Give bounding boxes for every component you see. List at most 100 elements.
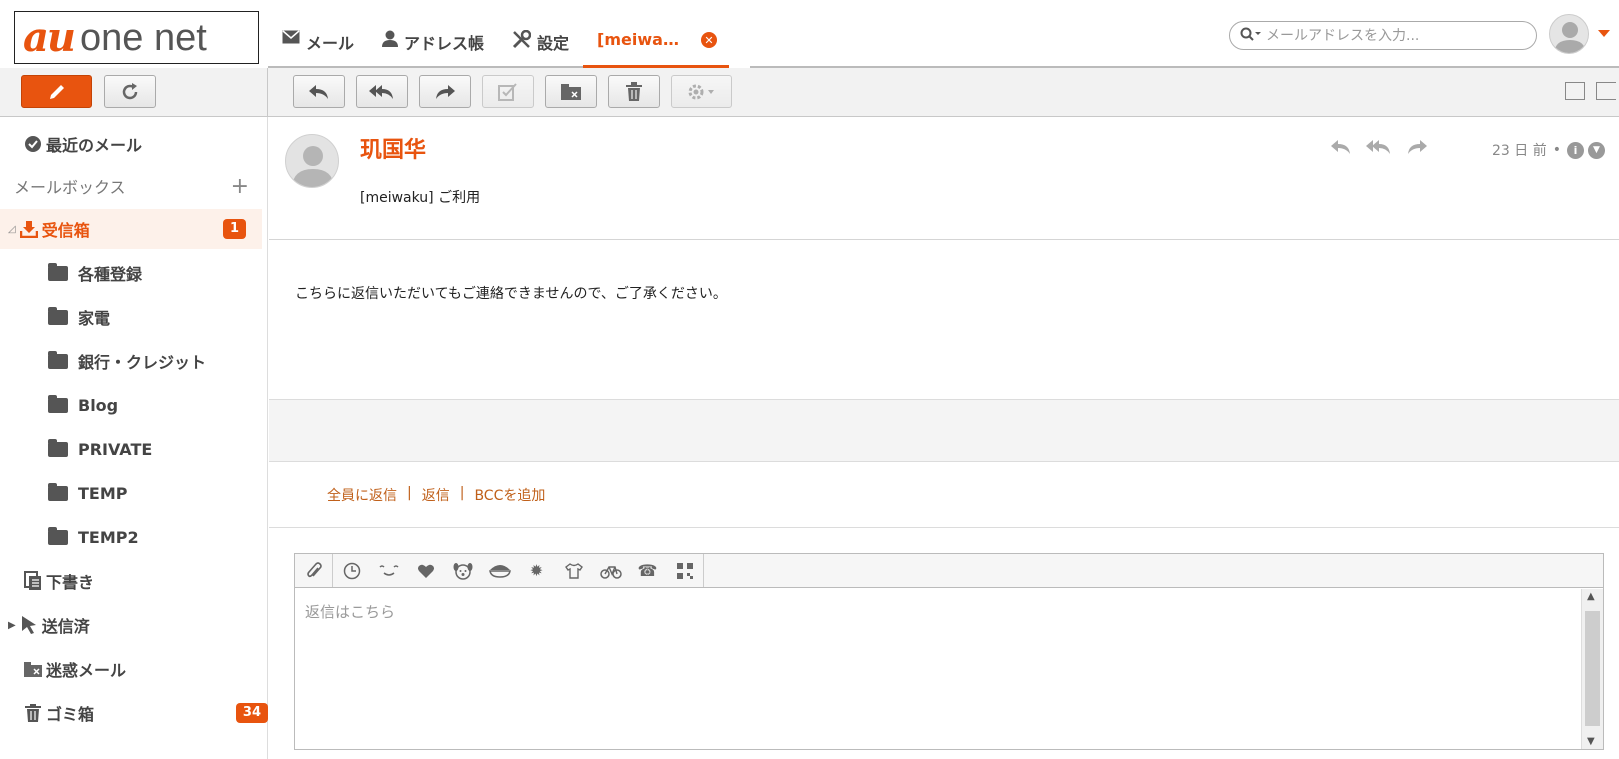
tab-address-book-label: アドレス帳 <box>404 34 485 53</box>
expand-triangle-icon[interactable]: ▶ <box>8 620 16 631</box>
delete-button[interactable] <box>608 75 660 108</box>
sidebar-item-sent[interactable]: ▶ 送信済 <box>8 605 270 645</box>
sidebar-item-spam-label: 迷惑メール <box>46 661 127 680</box>
tab-address-book[interactable]: アドレス帳 <box>368 18 499 68</box>
reply-icon[interactable] <box>1329 138 1353 156</box>
sidebar-item-recent[interactable]: 最近のメール <box>22 124 284 164</box>
smile-emoji-icon[interactable] <box>370 554 407 587</box>
message-time: 23 日 前 • i ▼ <box>1492 140 1605 160</box>
folder-icon <box>48 438 68 457</box>
reply-scrollbar[interactable]: ▲ ▼ <box>1581 589 1603 749</box>
forward-button[interactable] <box>419 75 471 108</box>
sidebar-item-inbox[interactable]: ◿ 受信箱 1 <box>0 209 262 249</box>
mailbox-header-label: メールボックス <box>14 178 126 197</box>
message-footer-band <box>269 399 1619 462</box>
reply-button[interactable] <box>293 75 345 108</box>
food-bowl-emoji-icon[interactable] <box>481 554 518 587</box>
pencil-icon <box>49 84 64 99</box>
tab-mail[interactable]: メール <box>268 18 369 68</box>
qr-code-icon[interactable] <box>666 554 703 587</box>
info-icon[interactable]: i <box>1566 141 1584 159</box>
sidebar-item-sent-label: 送信済 <box>41 617 90 636</box>
scrollbar-thumb[interactable] <box>1585 611 1600 726</box>
toolbar-left <box>0 68 268 116</box>
reply-all-icon <box>369 84 393 99</box>
user-menu-caret-icon[interactable] <box>1598 30 1610 37</box>
mark-button[interactable] <box>482 75 534 108</box>
single-pane-view-icon[interactable] <box>1565 82 1585 100</box>
folder-label: 家電 <box>78 309 111 328</box>
close-icon[interactable]: ✕ <box>700 32 717 48</box>
sidebar-item-inbox-label: 受信箱 <box>41 221 90 240</box>
clock-icon[interactable] <box>333 554 370 587</box>
folder-icon <box>48 306 68 325</box>
drafts-icon <box>22 571 44 591</box>
sidebar-item-spam[interactable]: 迷惑メール <box>22 649 284 689</box>
link-separator: | <box>407 485 412 501</box>
tab-settings[interactable]: 設定 <box>498 18 584 68</box>
sidebar-item-drafts-label: 下書き <box>46 573 95 592</box>
user-avatar[interactable] <box>1549 14 1589 54</box>
paperclip-icon[interactable] <box>295 554 333 587</box>
logo-au: au <box>23 13 76 61</box>
telephone-emoji-icon[interactable]: ☎ <box>629 554 666 587</box>
folder-label: PRIVATE <box>78 439 153 459</box>
bicycle-emoji-icon[interactable] <box>592 554 629 587</box>
sender-avatar <box>285 134 339 188</box>
reply-link[interactable]: 返信 <box>422 485 450 505</box>
trash-icon <box>22 704 44 722</box>
tab-open-message[interactable]: [meiwa… ✕ <box>583 18 729 68</box>
reply-all-button[interactable] <box>356 75 408 108</box>
sidebar-item-trash[interactable]: ゴミ箱 34 <box>22 693 268 733</box>
folder-icon <box>48 350 68 369</box>
sidebar-item-drafts[interactable]: 下書き <box>22 561 284 601</box>
refresh-button[interactable] <box>104 75 156 108</box>
message-time-label: 23 日 前 <box>1492 143 1547 159</box>
reply-textarea[interactable] <box>295 589 1579 749</box>
folder-label: 銀行・クレジット <box>78 353 207 372</box>
quick-reply-composer: ✹ ☎ ▲ ▼ <box>294 553 1604 750</box>
sidebar-item-recent-label: 最近のメール <box>46 136 143 155</box>
spam-folder-icon <box>22 661 44 678</box>
header-divider <box>269 239 1619 240</box>
search-icon[interactable] <box>1240 26 1262 45</box>
message-subject: [meiwaku] ご利用 <box>360 190 481 206</box>
three-pane-view-icon[interactable] <box>1596 82 1616 100</box>
folder-label: TEMP2 <box>78 527 139 547</box>
inbox-unread-badge: 1 <box>222 219 246 239</box>
au-one-net-logo[interactable]: au one net <box>14 11 259 64</box>
add-mailbox-button[interactable]: + <box>231 174 249 199</box>
check-circle-icon <box>22 135 44 153</box>
sun-emoji-icon[interactable]: ✹ <box>518 554 555 587</box>
scroll-up-icon[interactable]: ▲ <box>1587 591 1595 602</box>
more-actions-button[interactable] <box>671 75 732 108</box>
main-nav: メール アドレス帳 設定 [meiwa… ✕ <box>268 18 729 68</box>
toolbar <box>0 68 1619 117</box>
reply-divider <box>269 527 1619 528</box>
sidebar-item-trash-label: ゴミ箱 <box>46 705 95 724</box>
compose-button[interactable] <box>21 75 92 108</box>
shirt-emoji-icon[interactable] <box>555 554 592 587</box>
move-to-spam-button[interactable] <box>545 75 597 108</box>
spam-folder-icon <box>561 83 581 100</box>
forward-icon[interactable] <box>1405 138 1429 156</box>
dog-emoji-icon[interactable] <box>444 554 481 587</box>
collapse-triangle-icon[interactable]: ◿ <box>8 224 16 235</box>
add-bcc-link[interactable]: BCCを追加 <box>474 485 545 505</box>
checkbox-icon <box>498 82 517 101</box>
message-header-actions <box>1329 138 1429 156</box>
chevron-down-icon[interactable]: ▼ <box>1587 141 1605 159</box>
folder-label: 各種登録 <box>78 265 143 284</box>
search-input[interactable] <box>1266 27 1526 44</box>
reply-all-icon[interactable] <box>1365 138 1393 156</box>
folder-icon <box>48 526 68 545</box>
trash-count-badge: 34 <box>235 703 268 723</box>
heart-emoji-icon[interactable] <box>407 554 444 587</box>
trash-icon <box>626 81 642 101</box>
tab-settings-label: 設定 <box>537 34 570 53</box>
tab-mail-label: メール <box>306 34 355 53</box>
scroll-down-icon[interactable]: ▼ <box>1587 736 1595 747</box>
sender-name: 玑国华 <box>360 138 427 163</box>
reply-all-link[interactable]: 全員に返信 <box>327 485 397 505</box>
mailbox-header: メールボックス + <box>14 173 249 199</box>
